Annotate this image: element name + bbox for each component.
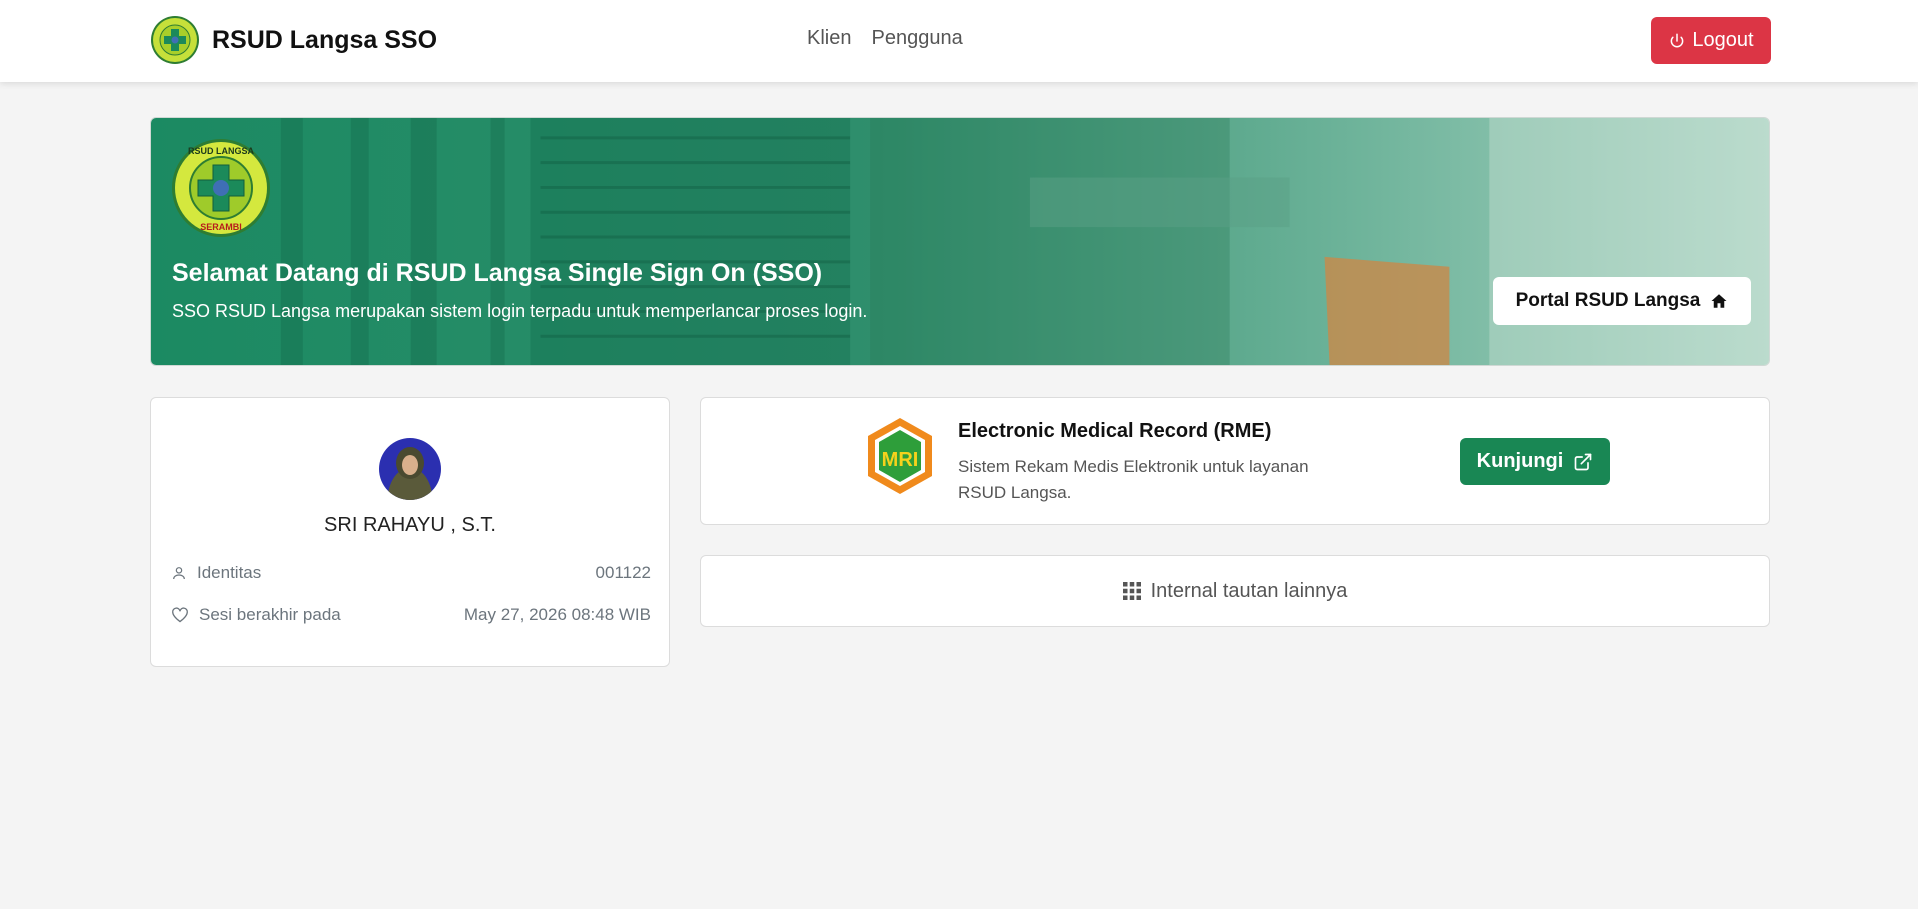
brand-title: RSUD Langsa SSO <box>212 25 438 54</box>
identity-row: Identitas 001122 <box>171 561 651 585</box>
svg-text:MRI: MRI <box>882 449 919 471</box>
profile-card: SRI RAHAYU , S.T. Identitas 001122 Sesi … <box>150 397 670 667</box>
session-value: May 27, 2026 08:48 WIB <box>463 605 651 624</box>
avatar <box>379 438 441 500</box>
nav-link-klien[interactable]: Klien <box>807 27 851 50</box>
top-navbar: RSUD Langsa SSO Klien Pengguna Logout <box>0 0 1918 82</box>
rme-logo-icon: MRI <box>868 418 932 494</box>
nav-links: Klien Pengguna <box>807 27 963 50</box>
svg-text:SERAMBI: SERAMBI <box>200 222 242 232</box>
grid-icon <box>1122 582 1141 600</box>
logout-label: Logout <box>1692 29 1754 51</box>
nav-link-pengguna[interactable]: Pengguna <box>871 27 962 50</box>
session-label: Sesi berakhir pada <box>199 605 341 624</box>
logout-button[interactable]: Logout <box>1651 17 1771 64</box>
user-icon <box>173 567 185 580</box>
hospital-logo-icon <box>151 16 199 64</box>
visit-button[interactable]: Kunjungi <box>1460 438 1610 485</box>
banner-background-image <box>151 118 1769 365</box>
brand[interactable]: RSUD Langsa SSO <box>150 15 437 65</box>
svg-text:RSUD LANGSA: RSUD LANGSA <box>188 146 255 156</box>
heart-icon <box>172 607 188 623</box>
banner-subtitle: SSO RSUD Langsa merupakan sistem login t… <box>172 301 868 321</box>
banner-logo-icon: RSUD LANGSA SERAMBI <box>172 139 270 237</box>
internal-links-button[interactable]: Internal tautan lainnya <box>700 555 1770 627</box>
identity-value: 001122 <box>595 563 651 582</box>
session-row: Sesi berakhir pada May 27, 2026 08:48 WI… <box>171 603 651 627</box>
visit-button-label: Kunjungi <box>1476 450 1564 472</box>
home-icon <box>1711 294 1727 308</box>
external-link-icon <box>1574 453 1592 470</box>
internal-links-label: Internal tautan lainnya <box>1150 579 1348 602</box>
app-title: Electronic Medical Record (RME) <box>958 420 1272 442</box>
identity-label: Identitas <box>197 563 262 582</box>
profile-name: SRI RAHAYU , S.T. <box>324 514 496 536</box>
portal-button[interactable]: Portal RSUD Langsa <box>1493 277 1751 325</box>
portal-button-label: Portal RSUD Langsa <box>1515 290 1701 311</box>
power-icon <box>1671 33 1684 47</box>
welcome-banner: RSUD LANGSA SERAMBI Selamat Datang di RS… <box>150 117 1770 366</box>
app-description: Sistem Rekam Medis Elektronik untuk laya… <box>958 457 1309 502</box>
app-card-rme: MRI Electronic Medical Record (RME) Sist… <box>700 397 1770 525</box>
banner-title: Selamat Datang di RSUD Langsa Single Sig… <box>172 259 823 287</box>
